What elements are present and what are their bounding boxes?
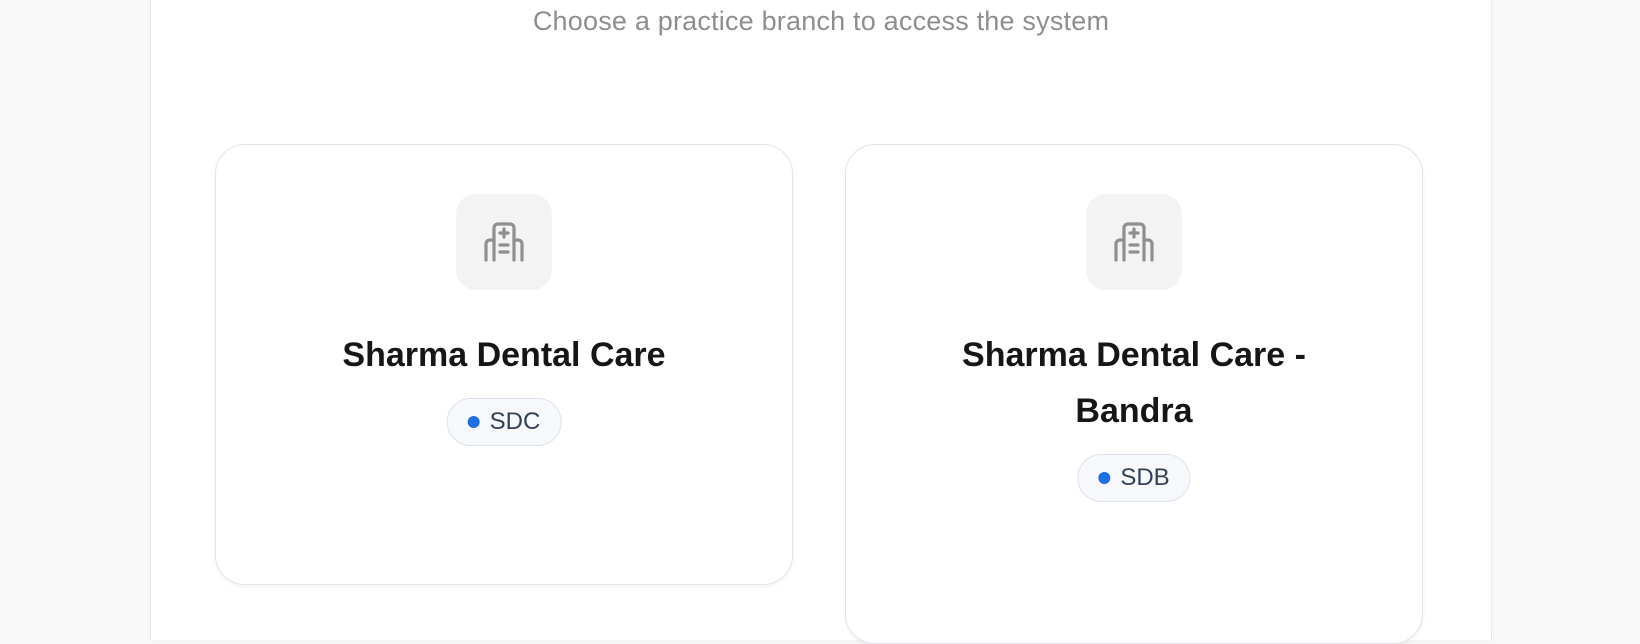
branch-card-sdc[interactable]: Sharma Dental Care SDC	[215, 144, 793, 585]
branch-name: Sharma Dental Care - Bandra	[962, 336, 1306, 430]
branch-code: SDB	[1120, 464, 1170, 491]
branch-name: Sharma Dental Care	[342, 336, 666, 374]
status-dot	[467, 416, 480, 428]
hospital-icon	[456, 194, 552, 290]
status-dot	[1098, 472, 1111, 484]
branch-card-sdb[interactable]: Sharma Dental Care - Bandra SDB	[845, 144, 1423, 644]
hospital-icon	[1086, 194, 1182, 290]
branch-code: SDC	[489, 408, 541, 435]
branch-code-badge: SDC	[446, 398, 562, 446]
branch-code-badge: SDB	[1077, 454, 1191, 502]
page-subtitle: Choose a practice branch to access the s…	[532, 6, 1110, 36]
